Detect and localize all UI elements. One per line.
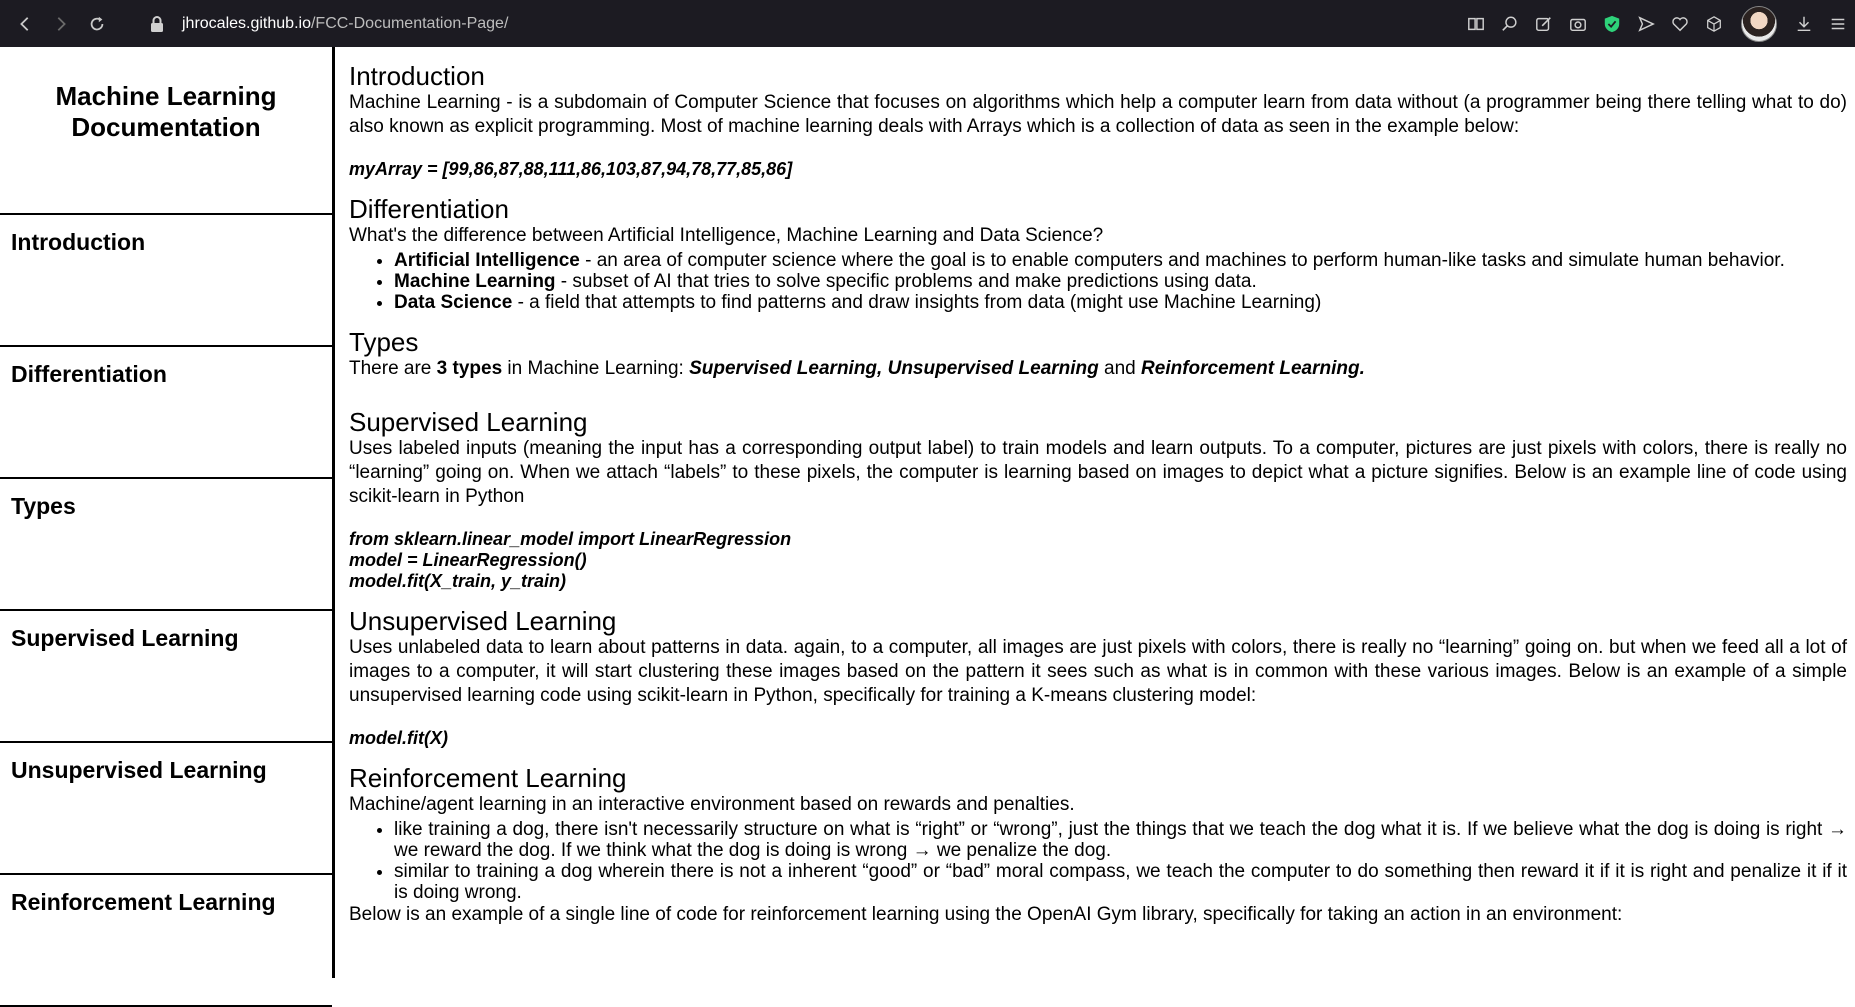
section-types: Types There are 3 types in Machine Learn… [349, 327, 1847, 381]
term: Machine Learning [394, 271, 556, 292]
camera-icon[interactable] [1568, 14, 1588, 34]
section-supervised-learning: Supervised Learning Uses labeled inputs … [349, 407, 1847, 592]
cube-icon[interactable] [1704, 14, 1724, 34]
section-title: Introduction [349, 61, 485, 91]
bullet-list: like training a dog, there isn't necessa… [349, 819, 1847, 903]
back-icon[interactable] [14, 13, 36, 35]
section-text: Uses unlabeled data to learn about patte… [349, 637, 1847, 706]
term-desc: - an area of computer science where the … [579, 250, 1785, 271]
list-item: like training a dog, there isn't necessa… [394, 819, 1847, 861]
section-unsupervised-learning: Unsupervised Learning Uses unlabeled dat… [349, 606, 1847, 749]
term-list: Artificial Intelligence - an area of com… [349, 250, 1847, 313]
list-item: Machine Learning - subset of AI that tri… [394, 271, 1847, 292]
section-title: Differentiation [349, 194, 509, 224]
section-title: Unsupervised Learning [349, 606, 617, 636]
heart-icon[interactable] [1670, 14, 1690, 34]
zoom-icon[interactable] [1500, 14, 1520, 34]
types-list: Supervised Learning, Unsupervised Learni… [689, 358, 1099, 379]
section-differentiation: Differentiation What's the difference be… [349, 194, 1847, 313]
section-text: Uses labeled inputs (meaning the input h… [349, 438, 1847, 507]
browser-toolbar: jhrocales.github.io/FCC-Documentation-Pa… [0, 0, 1855, 47]
nav-link-supervised-learning[interactable]: Supervised Learning [0, 611, 332, 743]
list-item: Data Science - a field that attempts to … [394, 292, 1847, 313]
sidebar-nav: Machine Learning Documentation Introduct… [0, 47, 335, 1007]
download-icon[interactable] [1794, 14, 1814, 34]
lock-icon [151, 15, 163, 32]
term: Artificial Intelligence [394, 250, 580, 271]
types-last: Reinforcement Learning. [1141, 358, 1365, 379]
section-title: Reinforcement Learning [349, 763, 627, 793]
term-desc: - a field that attempts to find patterns… [512, 292, 1322, 313]
reader-icon[interactable] [1466, 14, 1486, 34]
list-item: Artificial Intelligence - an area of com… [394, 250, 1847, 271]
code-line: model.fit(X_train, y_train) [349, 571, 567, 591]
nav-title: Machine Learning Documentation [0, 47, 332, 215]
url-host: jhrocales.github.io [182, 14, 311, 32]
address-bar[interactable]: jhrocales.github.io/FCC-Documentation-Pa… [150, 9, 508, 39]
avatar[interactable] [1741, 5, 1777, 42]
code-sample: model.fit(X) [349, 728, 448, 748]
edit-icon[interactable] [1534, 14, 1554, 34]
section-text: What's the difference between Artificial… [349, 225, 1104, 246]
url-path: /FCC-Documentation-Page/ [310, 14, 509, 32]
section-text: Machine Learning - is a subdomain of Com… [349, 92, 1847, 137]
text-run: and [1098, 358, 1142, 379]
code-line: model = LinearRegression() [349, 550, 587, 570]
section-text: Below is an example of a single line of … [349, 904, 1623, 925]
text-run: in Machine Learning: [502, 358, 690, 379]
shield-icon[interactable] [1602, 14, 1622, 34]
section-text: There are 3 types in Machine Learning: S… [349, 357, 1847, 381]
term: Data Science [394, 292, 513, 313]
nav-link-types[interactable]: Types [0, 479, 332, 611]
nav-link-differentiation[interactable]: Differentiation [0, 347, 332, 479]
main-doc: Introduction Machine Learning - is a sub… [338, 47, 1855, 978]
nav-link-introduction[interactable]: Introduction [0, 215, 332, 347]
section-title: Supervised Learning [349, 407, 588, 437]
section-introduction: Introduction Machine Learning - is a sub… [349, 61, 1847, 180]
term-desc: - subset of AI that tries to solve speci… [555, 271, 1257, 292]
menu-icon[interactable] [1828, 14, 1848, 34]
reload-icon[interactable] [86, 13, 108, 35]
section-title: Types [349, 327, 419, 357]
section-text: Machine/agent learning in an interactive… [349, 794, 1075, 815]
nav-link-reinforcement-learning[interactable]: Reinforcement Learning [0, 875, 332, 1007]
send-icon[interactable] [1636, 14, 1656, 34]
code-line: from sklearn.linear_model import LinearR… [349, 529, 792, 549]
types-count: 3 types [436, 358, 503, 379]
code-sample: myArray = [99,86,87,88,111,86,103,87,94,… [349, 159, 793, 179]
nav-link-unsupervised-learning[interactable]: Unsupervised Learning [0, 743, 332, 875]
section-reinforcement-learning: Reinforcement Learning Machine/agent lea… [349, 763, 1847, 927]
forward-icon[interactable] [50, 13, 72, 35]
text-run: There are [349, 358, 437, 379]
list-item: similar to training a dog wherein there … [394, 861, 1847, 903]
